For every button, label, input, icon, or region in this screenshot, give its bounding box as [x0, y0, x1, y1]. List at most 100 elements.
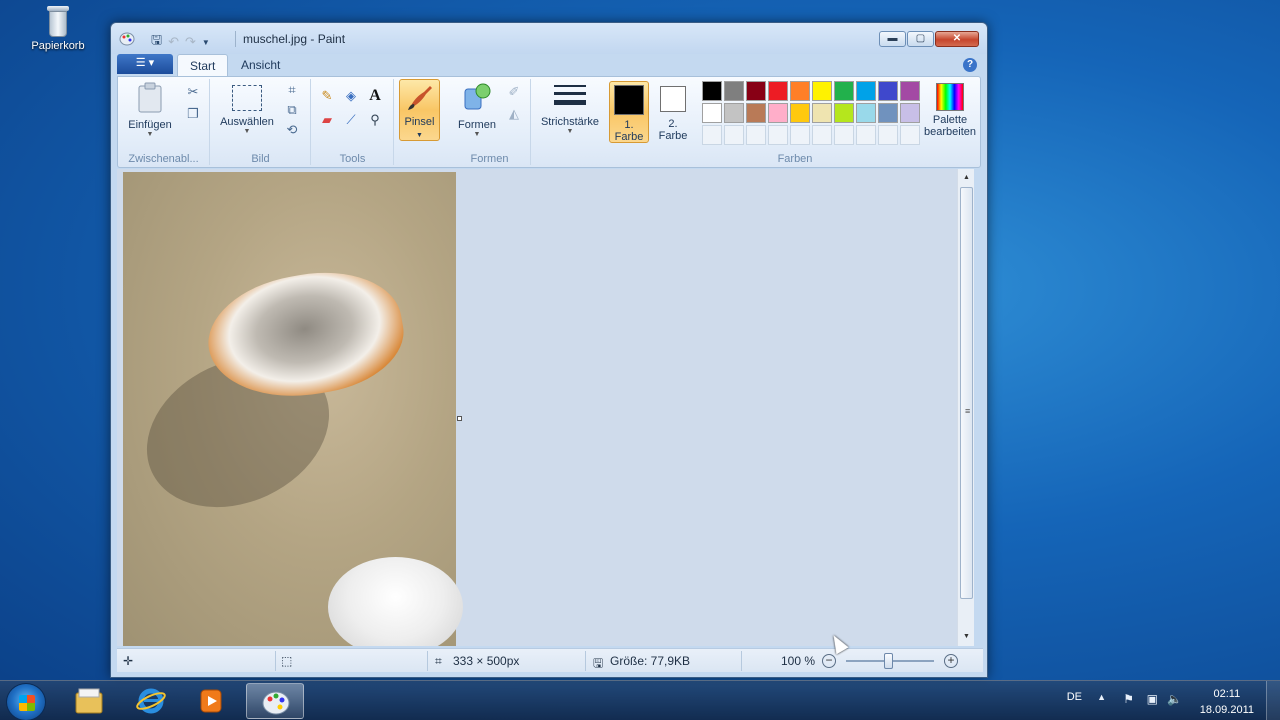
palette-empty-swatch[interactable] — [702, 125, 722, 145]
paint-menu-button[interactable]: ☰ ▾ — [117, 54, 173, 74]
palette-swatch[interactable] — [856, 103, 876, 123]
recycle-bin-desktop-icon[interactable]: Papierkorb — [22, 6, 94, 52]
color-picker-icon[interactable]: ⟋ — [342, 111, 360, 129]
color2-swatch — [660, 86, 686, 112]
recycle-bin-label: Papierkorb — [31, 40, 85, 52]
text-tool-icon[interactable]: A — [366, 87, 384, 105]
stroke-width-label: Strichstärke — [540, 116, 600, 128]
palette-swatch[interactable] — [878, 103, 898, 123]
save-icon[interactable]: 🖫 — [151, 31, 162, 53]
palette-swatch[interactable] — [702, 103, 722, 123]
status-bar: ✛ ⬚ ⌗ 333 × 500px 🖫 Größe: 77,9KB 100 % … — [117, 648, 983, 672]
scroll-up-icon[interactable]: ▲ — [958, 171, 974, 185]
shape-fill-icon[interactable]: ◭ — [505, 105, 523, 123]
color2-button[interactable]: 2. Farbe — [653, 81, 693, 143]
brushes-button[interactable]: Pinsel ▼ — [399, 79, 440, 141]
palette-swatch[interactable] — [878, 81, 898, 101]
palette-swatch[interactable] — [812, 81, 832, 101]
crop-icon[interactable]: ⌗ — [283, 81, 301, 99]
rotate-icon[interactable]: ⟲ — [283, 121, 301, 139]
palette-swatch[interactable] — [900, 103, 920, 123]
palette-swatch[interactable] — [746, 103, 766, 123]
redo-icon[interactable]: ↷ — [185, 34, 196, 50]
palette-swatch[interactable] — [746, 81, 766, 101]
paint-window: 🖫 ↶ ↷ ▼ muschel.jpg - Paint ▬ ▢ ✕ ☰ ▾ St… — [110, 22, 988, 678]
action-center-icon[interactable]: ⚑ — [1123, 692, 1134, 706]
start-button[interactable] — [6, 683, 46, 720]
palette-swatch[interactable] — [834, 81, 854, 101]
tab-view[interactable]: Ansicht — [229, 54, 292, 77]
scroll-down-icon[interactable]: ▼ — [958, 630, 974, 644]
stroke-width-icon — [554, 81, 586, 113]
pencil-icon[interactable]: ✎ — [318, 87, 336, 105]
canvas-area[interactable]: ▲ ≡ ▼ — [117, 169, 974, 646]
maximize-button[interactable]: ▢ — [907, 31, 934, 47]
paint-app-icon[interactable] — [119, 32, 135, 46]
palette-swatch[interactable] — [790, 81, 810, 101]
color1-swatch — [614, 85, 644, 115]
scroll-thumb[interactable]: ≡ — [960, 187, 973, 599]
cut-icon[interactable]: ✂ — [184, 83, 202, 101]
shapes-button[interactable]: Formen ▼ — [453, 81, 501, 139]
palette-empty-swatch[interactable] — [834, 125, 854, 145]
taskbar-paint[interactable] — [246, 683, 304, 719]
tab-start[interactable]: Start — [177, 54, 229, 77]
magnifier-icon[interactable]: ⚲ — [366, 111, 384, 129]
canvas-image[interactable] — [122, 172, 463, 646]
undo-icon[interactable]: ↶ — [168, 34, 179, 50]
vertical-scrollbar[interactable]: ▲ ≡ ▼ — [957, 169, 974, 646]
palette-empty-swatch[interactable] — [812, 125, 832, 145]
zoom-out-icon[interactable]: − — [822, 654, 836, 668]
clock[interactable]: 02:11 18.09.2011 — [1200, 686, 1254, 718]
title-bar[interactable]: 🖫 ↶ ↷ ▼ muschel.jpg - Paint ▬ ▢ ✕ — [111, 23, 987, 54]
qat-dropdown-icon[interactable]: ▼ — [202, 38, 210, 47]
palette-swatch[interactable] — [768, 103, 788, 123]
select-button[interactable]: Auswählen ▼ — [217, 81, 277, 136]
status-separator — [427, 651, 428, 671]
palette-empty-swatch[interactable] — [878, 125, 898, 145]
eraser-icon[interactable]: ▰ — [318, 111, 336, 129]
palette-empty-swatch[interactable] — [768, 125, 788, 145]
show-hidden-icons-icon[interactable]: ▲ — [1097, 692, 1106, 702]
resize-icon[interactable]: ⧉ — [283, 101, 301, 119]
palette-empty-swatch[interactable] — [724, 125, 744, 145]
minimize-button[interactable]: ▬ — [879, 31, 906, 47]
resize-handle[interactable] — [457, 416, 462, 421]
show-desktop-button[interactable] — [1266, 681, 1280, 720]
zoom-slider-thumb[interactable] — [884, 653, 893, 669]
volume-icon[interactable]: 🔈 — [1167, 692, 1182, 706]
palette-swatch[interactable] — [702, 81, 722, 101]
paste-button[interactable]: Einfügen ▼ — [124, 81, 176, 139]
palette-empty-swatch[interactable] — [746, 125, 766, 145]
language-indicator[interactable]: DE — [1067, 691, 1082, 703]
colors-group: 1. Farbe 2. Farbe Palette bearbeiten Far… — [609, 79, 981, 165]
palette-empty-swatch[interactable] — [790, 125, 810, 145]
taskbar-explorer[interactable] — [60, 683, 118, 719]
network-icon[interactable]: ▣ — [1147, 692, 1158, 706]
color2-label: Farbe — [658, 130, 688, 142]
help-icon[interactable]: ? — [963, 58, 977, 72]
zoom-in-icon[interactable]: + — [944, 654, 958, 668]
palette-swatch[interactable] — [790, 103, 810, 123]
palette-empty-swatch[interactable] — [900, 125, 920, 145]
zoom-level: 100 % — [781, 654, 816, 668]
palette-swatch[interactable] — [812, 103, 832, 123]
palette-swatch[interactable] — [724, 103, 744, 123]
palette-swatch[interactable] — [768, 81, 788, 101]
color1-button[interactable]: 1. Farbe — [609, 81, 649, 143]
taskbar-media-player[interactable] — [182, 683, 240, 719]
palette-empty-swatch[interactable] — [856, 125, 876, 145]
palette-swatch[interactable] — [834, 103, 854, 123]
palette-swatch[interactable] — [724, 81, 744, 101]
close-button[interactable]: ✕ — [935, 31, 979, 47]
white-shell — [328, 557, 463, 646]
outline-icon[interactable]: ✐ — [505, 83, 523, 101]
select-label: Auswählen — [220, 116, 274, 128]
edit-colors-button[interactable]: Palette bearbeiten — [919, 81, 981, 138]
stroke-width-button[interactable]: Strichstärke ▼ — [534, 81, 606, 136]
taskbar-internet-explorer[interactable] — [122, 683, 180, 719]
palette-swatch[interactable] — [900, 81, 920, 101]
palette-swatch[interactable] — [856, 81, 876, 101]
copy-icon[interactable]: ❐ — [184, 105, 202, 123]
fill-icon[interactable]: ◈ — [342, 87, 360, 105]
